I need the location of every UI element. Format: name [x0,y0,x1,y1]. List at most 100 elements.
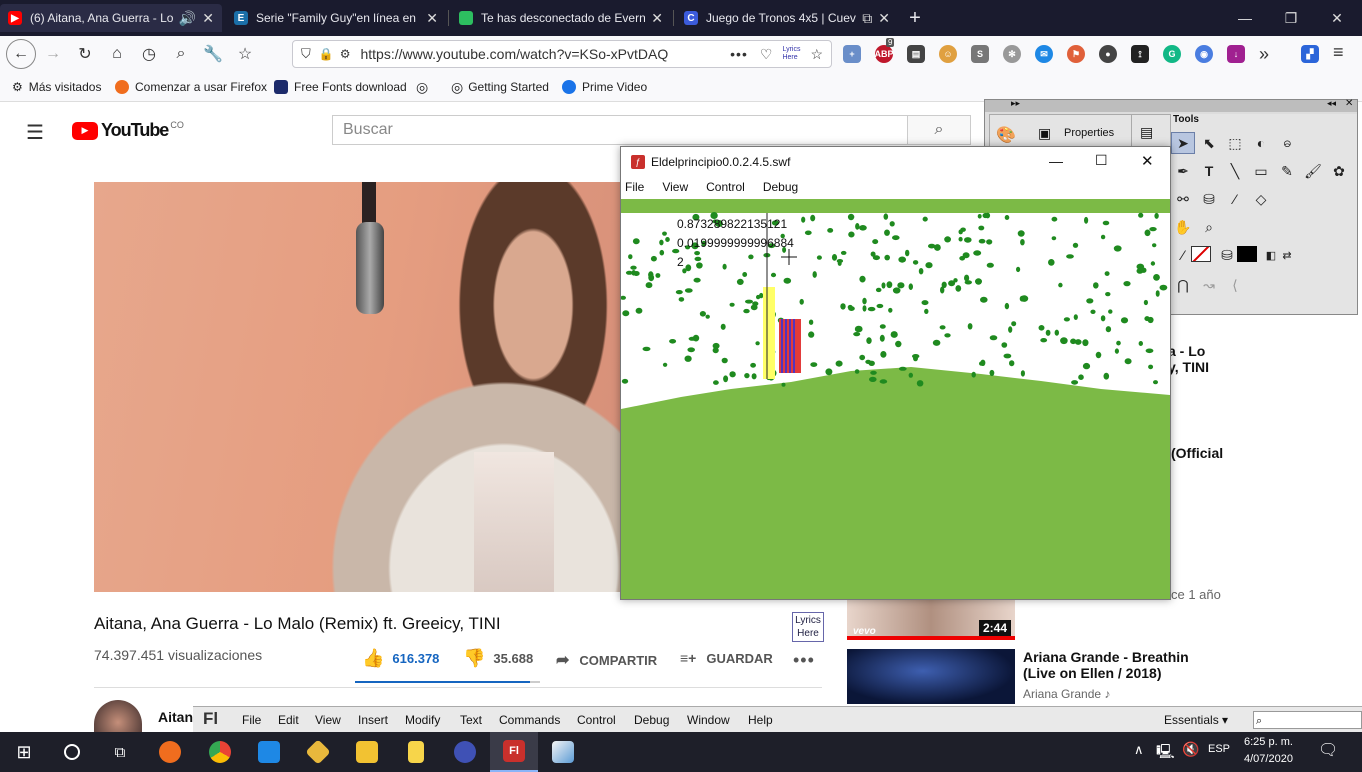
ide-menu-help[interactable]: Help [748,713,773,727]
subselection-tool-icon[interactable]: ⬉ [1197,132,1221,154]
straighten-icon[interactable]: ⟨ [1223,274,1247,296]
snap-magnet-icon[interactable]: ⋂ [1171,274,1195,296]
minimize-icon[interactable]: — [1222,0,1268,36]
rectangle-tool-icon[interactable]: ▭ [1249,160,1273,182]
ide-menu-file[interactable]: File [242,713,261,727]
smooth-icon[interactable]: ↝ [1197,274,1221,296]
clock[interactable]: 6:25 p. m. 4/07/2020 [1244,734,1293,768]
recorder-taskbar-icon[interactable] [441,732,489,772]
swap-colors-icon[interactable]: ⇄ [1275,244,1299,266]
youtube-search-input[interactable]: Buscar [332,115,908,145]
cortana-icon[interactable] [48,732,96,772]
ide-menu-commands[interactable]: Commands [499,713,560,727]
eyedropper-tool-icon[interactable]: ⁄ [1223,188,1247,210]
search-icon[interactable]: ⌕ [168,42,194,66]
restore-icon[interactable]: ❐ [1268,0,1314,36]
page-actions-icon[interactable]: ••• [730,46,748,62]
flash-taskbar-icon[interactable]: Fl [490,732,538,772]
permissions-icon[interactable]: ⚙ [340,47,351,61]
ide-menu-modify[interactable]: Modify [405,713,440,727]
sidebar-item-2-title[interactable]: (Official [1171,445,1223,461]
reader-icon[interactable]: ▤ [907,45,925,63]
windows-start-icon[interactable]: ⊞ [0,732,48,772]
free-transform-tool-icon[interactable]: ⬚ [1223,132,1247,154]
sidebar-item-4-thumbnail[interactable] [847,649,1015,704]
pocket-icon[interactable]: ♡ [760,46,773,63]
ide-menu-control[interactable]: Control [577,713,616,727]
file-explorer-taskbar-icon[interactable] [343,732,391,772]
pen-tool-icon[interactable]: ✒ [1171,160,1195,182]
bookmark-prime-video[interactable]: Prime Video [562,78,647,96]
stroke-color-swatch[interactable] [1191,246,1211,262]
bookmark-globe[interactable]: ◎ [416,78,428,96]
collapse-icon[interactable]: ▸▸ [1011,98,1020,109]
sidebar-item-4-channel[interactable]: Ariana Grande ♪ [1023,687,1110,701]
paint-taskbar-icon[interactable] [539,732,587,772]
history-icon[interactable]: ◷ [136,42,162,66]
overflow-chevron-icon[interactable]: » [1259,44,1269,65]
deco-tool-icon[interactable]: ✿ [1327,160,1351,182]
bookmark-mas-visitados[interactable]: ⚙ Más visitados [12,78,101,96]
eraser-tool-icon[interactable]: ◇ [1249,188,1273,210]
sidebar-item-1-title[interactable]: a - Lo y, TINI [1168,343,1209,375]
firefox-taskbar-icon[interactable] [146,732,194,772]
home-icon[interactable]: ⌂ [104,42,130,66]
sidebar-item-4-title[interactable]: Ariana Grande - Breathin (Live on Ellen … [1023,649,1223,681]
close-icon[interactable]: ✕ [651,10,663,27]
star-outline-icon[interactable]: ☆ [232,42,258,66]
language-indicator[interactable]: ESP [1208,743,1230,755]
network-icon[interactable]: 🖳 [1156,741,1175,765]
vpn-icon[interactable]: ◉ [1195,45,1213,63]
ide-menu-window[interactable]: Window [687,713,730,727]
paint-bucket-tool-icon[interactable]: ⛁ [1197,188,1221,210]
reload-icon[interactable]: ↻ [72,42,98,66]
forward-icon[interactable]: → [40,42,66,66]
tab-evernote[interactable]: Te has desconectado de Everno ✕ [451,4,671,32]
tab-youtube[interactable]: ▶ (6) Aitana, Ana Guerra - Lo M 🔊 ✕ [0,4,222,32]
tab-juego-de-tronos[interactable]: C Juego de Tronos 4x5 | Cueva ⧉ ✕ [676,4,898,32]
pencil-tool-icon[interactable]: ✎ [1275,160,1299,182]
bookmark-star-icon[interactable]: ☆ [810,46,823,63]
hand-tool-icon[interactable]: ✋ [1171,216,1195,238]
app-taskbar-icon[interactable] [294,732,342,772]
menu-control[interactable]: Control [706,180,745,194]
channel-avatar[interactable] [94,700,142,732]
fill-color-swatch[interactable] [1237,246,1257,262]
lyrics-here-badge[interactable]: Lyrics Here [792,612,824,642]
shield-icon[interactable]: ⛉ [301,46,311,62]
lasso-tool-icon[interactable]: ဓ [1275,132,1299,154]
fill-color-icon[interactable]: ⛁ [1215,244,1239,266]
brush-tool-icon[interactable]: 🖌 [1301,160,1325,182]
panel-title-bar[interactable]: ▸▸ ◂◂ ✕ [985,98,1357,112]
dislike-button[interactable]: 👎 35.688 [463,648,533,669]
bookmark-manager-icon[interactable]: ⟟ [1131,45,1149,63]
back-icon[interactable]: ← [6,39,36,69]
screenshot-icon[interactable]: + [843,45,861,63]
lyrics-here-icon[interactable]: Lyrics Here [782,46,802,62]
notifications-icon[interactable]: 🗨 [1318,740,1338,760]
tab-family-guy[interactable]: E Serie "Family Guy"en línea en i ✕ [226,4,446,32]
tray-chevron-icon[interactable]: ∧ [1134,742,1144,758]
picture-in-picture-icon[interactable]: ⧉ [862,10,872,27]
collapse-icon[interactable]: ◂◂ [1327,98,1336,109]
channel-name[interactable]: Aitan [158,709,193,725]
maximize-icon[interactable]: ☐ [1095,152,1108,169]
zoom-tool-icon[interactable]: ⌕ [1197,216,1221,238]
bookmark-getting-started[interactable]: ◎ Getting Started [451,78,549,96]
line-tool-icon[interactable]: ╲ [1223,160,1247,182]
extensions-icon[interactable]: ▞ [1301,45,1319,63]
menu-debug[interactable]: Debug [763,180,798,194]
wrench-icon[interactable]: 🔧 [200,42,226,66]
s-extension-icon[interactable]: S [971,45,989,63]
volume-muted-icon[interactable]: 🔇 [1182,741,1199,758]
hamburger-menu-icon[interactable]: ☰ [26,120,44,145]
youtube-search-button[interactable]: ⌕ [907,115,971,145]
account-icon[interactable]: ● [1099,45,1117,63]
ide-search-input[interactable]: ⌕ [1253,711,1362,729]
menu-icon[interactable]: ≡ [1333,42,1344,63]
menu-view[interactable]: View [662,180,688,194]
text-tool-icon[interactable]: T [1197,160,1221,182]
bookmark-free-fonts[interactable]: Free Fonts download [274,78,407,96]
minimize-icon[interactable]: — [1049,153,1063,169]
selection-tool-icon[interactable]: ➤ [1171,132,1195,154]
